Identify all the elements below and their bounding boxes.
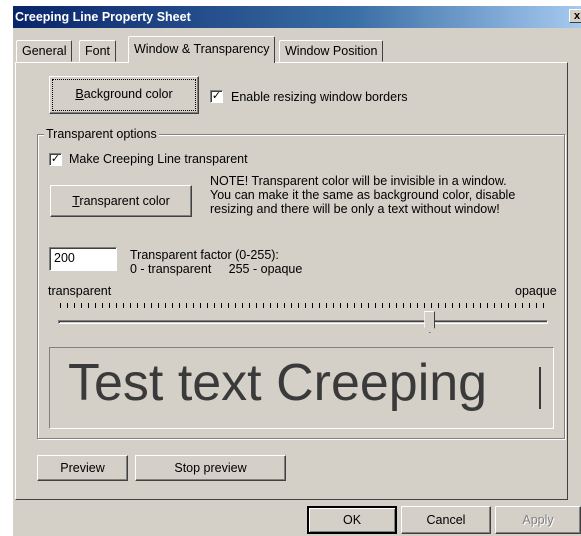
property-sheet-dialog: Creeping Line Property Sheet x General F… (13, 6, 581, 536)
slider-track[interactable] (58, 320, 548, 324)
transparency-note: NOTE! Transparent color will be invisibl… (210, 174, 515, 216)
close-icon[interactable]: x (569, 9, 581, 23)
make-transparent-label[interactable]: Make Creeping Line transparent (69, 152, 248, 166)
tab-font[interactable]: Font (79, 40, 117, 62)
stop-preview-button[interactable]: Stop preview (135, 455, 286, 481)
preview-text: Test text Creeping (68, 354, 488, 412)
text-caret (539, 367, 541, 409)
tab-strip: General Font Window & Transparency Windo… (13, 36, 581, 63)
title-bar[interactable]: Creeping Line Property Sheet x (13, 6, 581, 28)
preview-area: Test text Creeping (49, 347, 554, 429)
slider-min-label: transparent (48, 284, 112, 298)
check-mark-icon: ✓ (211, 90, 222, 102)
window-title: Creeping Line Property Sheet (15, 10, 191, 24)
enable-resizing-label[interactable]: Enable resizing window borders (231, 90, 407, 104)
transparent-options-title: Transparent options (44, 127, 159, 141)
cancel-button[interactable]: Cancel (401, 506, 491, 534)
note-line: You can make it the same as background c… (210, 188, 516, 202)
note-line: NOTE! Transparent color will be invisibl… (210, 174, 507, 188)
tab-window-position[interactable]: Window Position (279, 40, 384, 62)
check-mark-icon: ✓ (50, 153, 61, 165)
apply-button[interactable]: Apply (495, 506, 581, 534)
background-color-mnemonic: B (75, 87, 84, 101)
factor-label-line: Transparent factor (0-255): (130, 248, 279, 262)
note-line: resizing and there will be only a text w… (210, 202, 500, 216)
background-color-button[interactable]: Background color (49, 76, 199, 114)
transparent-color-button[interactable]: Transparent color (50, 185, 192, 217)
transparent-factor-input[interactable]: 200 (49, 247, 117, 271)
transparent-color-label: ransparent color (79, 194, 170, 208)
tab-general[interactable]: General (16, 40, 73, 62)
enable-resizing-checkbox[interactable]: ✓ (210, 90, 223, 103)
transparent-factor-label: Transparent factor (0-255): 0 - transpar… (130, 248, 302, 276)
slider-ticks (60, 303, 548, 308)
factor-range-line: 0 - transparent 255 - opaque (130, 262, 303, 276)
slider-max-label: opaque (515, 284, 557, 298)
background-color-label: ackground color (83, 87, 173, 101)
preview-button[interactable]: Preview (37, 455, 128, 481)
make-transparent-checkbox[interactable]: ✓ (49, 153, 62, 166)
tab-window-transparency[interactable]: Window & Transparency (128, 36, 276, 63)
ok-button[interactable]: OK (307, 506, 397, 534)
